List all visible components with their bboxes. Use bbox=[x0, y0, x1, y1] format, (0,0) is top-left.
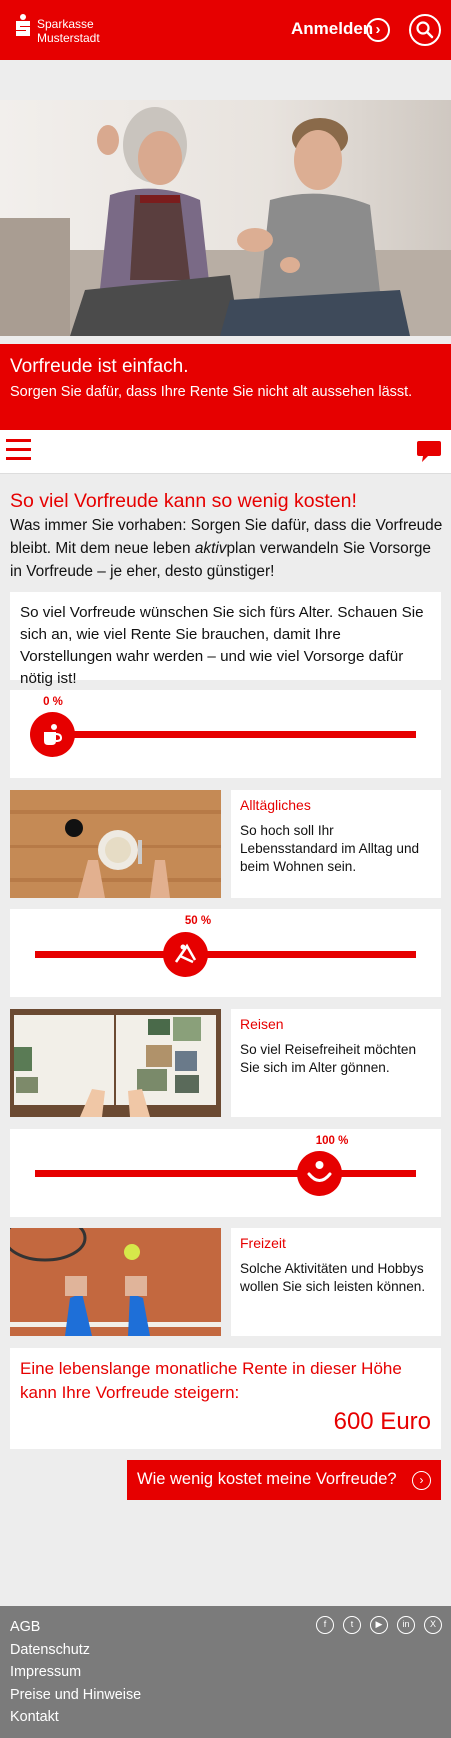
card-title: Reisen bbox=[240, 1016, 284, 1032]
result-title: Eine lebenslange monatliche Rente in die… bbox=[20, 1359, 402, 1402]
intro-text-emphasis: aktiv bbox=[194, 540, 227, 557]
card-reisen: Reisen So viel Reisefreiheit möchten Sie… bbox=[231, 1009, 441, 1117]
bank-name-line2: Musterstadt bbox=[37, 31, 100, 45]
deckchair-icon bbox=[174, 943, 197, 964]
chevron-right-icon: › bbox=[412, 1471, 431, 1490]
slider-track[interactable] bbox=[35, 731, 416, 738]
section-headline: So viel Vorfreude kann so wenig kosten! bbox=[10, 490, 357, 512]
slider-reisen: 50 % bbox=[10, 909, 441, 997]
youtube-icon[interactable]: ▶ bbox=[370, 1616, 388, 1634]
navigation-bar bbox=[0, 430, 451, 474]
footer-link-agb[interactable]: AGB bbox=[10, 1616, 141, 1639]
slider-track[interactable] bbox=[35, 951, 416, 958]
card-image-reisen bbox=[10, 1009, 221, 1117]
card-description: So viel Reisefreiheit möchten Sie sich i… bbox=[240, 1042, 417, 1075]
sparkasse-logo-icon[interactable] bbox=[14, 14, 32, 36]
footer-link-impressum[interactable]: Impressum bbox=[10, 1661, 141, 1684]
footer-link-datenschutz[interactable]: Datenschutz bbox=[10, 1639, 141, 1662]
card-description: Solche Aktivitäten und Hobbys wollen Sie… bbox=[240, 1261, 426, 1294]
login-link[interactable]: Anmelden bbox=[291, 19, 373, 39]
card-image-freizeit bbox=[10, 1228, 221, 1336]
card-title: Alltägliches bbox=[240, 797, 311, 813]
slider-value-label: 100 % bbox=[315, 1135, 349, 1147]
xing-icon[interactable]: X bbox=[424, 1616, 442, 1634]
card-title: Freizeit bbox=[240, 1235, 286, 1251]
bank-name[interactable]: Sparkasse Musterstadt bbox=[37, 17, 100, 45]
cost-cta-button[interactable]: Wie wenig kostet meine Vorfreude? › bbox=[127, 1460, 441, 1500]
slider-handle[interactable] bbox=[30, 712, 75, 757]
slider-freizeit: 100 % bbox=[10, 1129, 441, 1217]
smiley-icon bbox=[307, 1161, 332, 1182]
cta-label: Wie wenig kostet meine Vorfreude? bbox=[137, 1470, 397, 1488]
facebook-icon[interactable]: f bbox=[316, 1616, 334, 1634]
cup-icon bbox=[44, 724, 63, 745]
hero-banner: Vorfreude ist einfach. Sorgen Sie dafür,… bbox=[0, 344, 451, 430]
twitter-icon[interactable]: t bbox=[343, 1616, 361, 1634]
intro-box-text: So viel Vorfreude wünschen Sie sich fürs… bbox=[10, 592, 441, 687]
card-image-alltag bbox=[10, 790, 221, 898]
result-value: 600 Euro bbox=[333, 1408, 431, 1435]
footer: AGB Datenschutz Impressum Preise und Hin… bbox=[0, 1606, 451, 1738]
header: Sparkasse Musterstadt Anmelden › bbox=[0, 0, 451, 60]
slider-value-label: 0 % bbox=[43, 696, 63, 708]
slider-alltag: 0 % bbox=[10, 690, 441, 778]
footer-links: AGB Datenschutz Impressum Preise und Hin… bbox=[10, 1616, 141, 1729]
result-box: Eine lebenslange monatliche Rente in die… bbox=[10, 1348, 441, 1449]
slider-value-label: 50 % bbox=[184, 915, 212, 927]
slider-handle[interactable] bbox=[163, 932, 208, 977]
hero-image bbox=[0, 100, 451, 336]
search-icon bbox=[416, 21, 434, 39]
footer-link-kontakt[interactable]: Kontakt bbox=[10, 1706, 141, 1729]
intro-text: Was immer Sie vorhaben: Sorgen Sie dafür… bbox=[10, 514, 446, 583]
search-button[interactable] bbox=[409, 14, 441, 46]
slider-track[interactable] bbox=[35, 1170, 416, 1177]
footer-link-preise[interactable]: Preise und Hinweise bbox=[10, 1684, 141, 1707]
linkedin-icon[interactable]: in bbox=[397, 1616, 415, 1634]
banner-subtitle: Sorgen Sie dafür, dass Ihre Rente Sie ni… bbox=[10, 384, 413, 400]
card-freizeit: Freizeit Solche Aktivitäten und Hobbys w… bbox=[231, 1228, 441, 1336]
chat-icon[interactable] bbox=[416, 440, 442, 464]
hamburger-menu-icon[interactable] bbox=[6, 439, 31, 461]
card-alltag: Alltägliches So hoch soll Ihr Lebensstan… bbox=[231, 790, 441, 898]
banner-title: Vorfreude ist einfach. bbox=[10, 356, 189, 377]
slider-handle[interactable] bbox=[297, 1151, 342, 1196]
bank-name-line1: Sparkasse bbox=[37, 17, 94, 31]
card-description: So hoch soll Ihr Lebensstandard im Allta… bbox=[240, 823, 420, 874]
login-arrow-icon[interactable]: › bbox=[366, 18, 390, 42]
